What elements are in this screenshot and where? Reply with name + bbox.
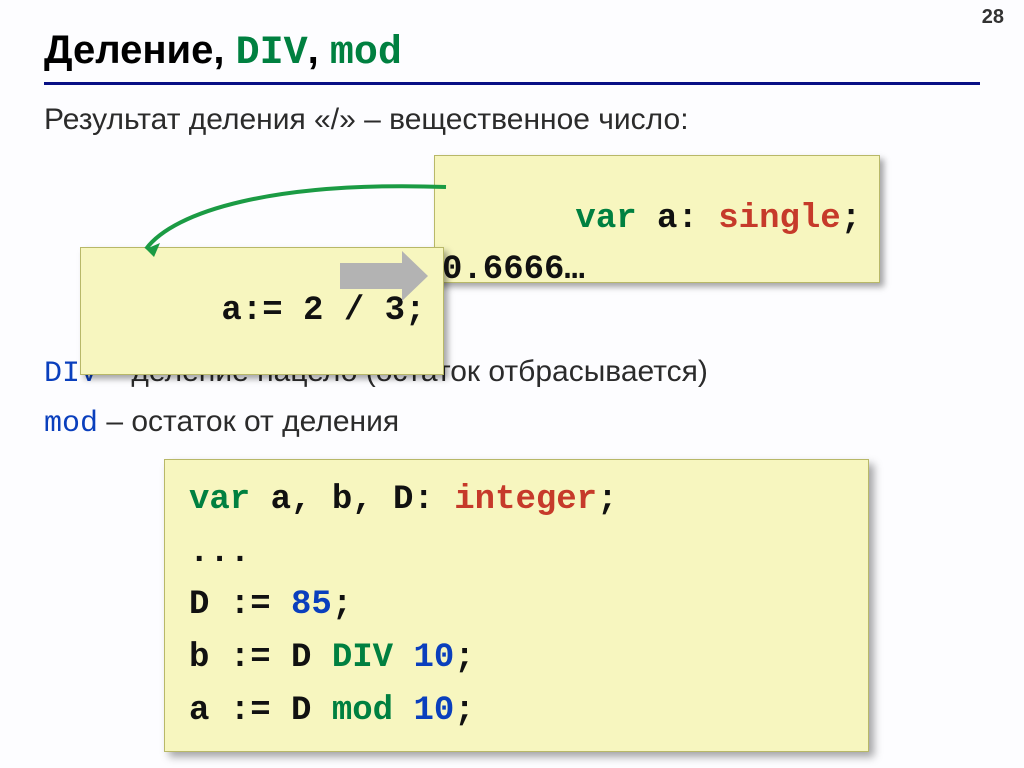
title-kw-div: DIV <box>236 31 308 76</box>
code-block: var a, b, D: integer; ... D := 85; b := … <box>164 459 869 752</box>
mod-explain: mod – остаток от деления <box>44 405 980 441</box>
slide-title: Деление, DIV, mod <box>44 28 980 85</box>
arrow-icon <box>340 263 402 289</box>
b2-l3-left: D := <box>189 586 291 624</box>
slide: 28 Деление, DIV, mod Результат деления «… <box>0 0 1024 768</box>
b2-l4-semi: ; <box>454 639 474 677</box>
kw-var: var <box>575 200 636 238</box>
title-kw-mod: mod <box>330 31 402 76</box>
b2-l3-num: 85 <box>291 586 332 624</box>
b2-l1-semi: ; <box>597 481 617 519</box>
title-word: Деление <box>44 28 213 72</box>
b2-l4-div: DIV <box>332 639 393 677</box>
b2-l5-semi: ; <box>454 692 474 730</box>
b2-l5-left: a := D <box>189 692 332 730</box>
b2-var: var <box>189 481 250 519</box>
b2-l5-mod: mod <box>332 692 393 730</box>
decl-mid: a: <box>637 200 719 238</box>
b2-ellipsis: ... <box>189 534 250 572</box>
b2-l4-left: b := D <box>189 639 332 677</box>
result-value: 0.6666… <box>442 251 585 289</box>
b2-integer: integer <box>454 481 597 519</box>
mod-rest: – остаток от деления <box>98 405 399 438</box>
decl-semi: ; <box>841 200 861 238</box>
type-single: single <box>718 200 840 238</box>
b2-l1-mid: a, b, D: <box>250 481 454 519</box>
b2-l3-semi: ; <box>332 586 352 624</box>
example-row: var a: single; a:= 2 / 3; 0.6666… <box>44 151 980 351</box>
intro-text: Результат деления «/» – вещественное чис… <box>44 103 980 137</box>
b2-l4-num: 10 <box>413 639 454 677</box>
expr-code: a:= 2 / 3; <box>221 292 425 330</box>
kw-mod-blue: mod <box>44 407 98 441</box>
b2-l5-num: 10 <box>413 692 454 730</box>
page-number: 28 <box>982 6 1004 29</box>
